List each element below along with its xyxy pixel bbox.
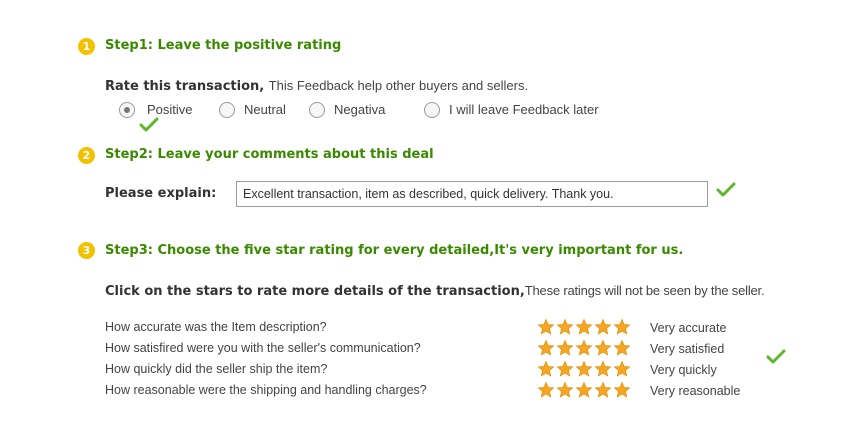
rating-label: Very satisfied bbox=[650, 342, 725, 356]
rate-transaction-desc: This Feedback help other buyers and sell… bbox=[268, 78, 529, 93]
radio-negativa[interactable] bbox=[309, 102, 325, 118]
rating-question: How satisfired were you with the seller'… bbox=[105, 341, 421, 355]
star-icon[interactable] bbox=[556, 318, 574, 336]
please-explain-label: Please explain: bbox=[105, 186, 217, 201]
star-icon[interactable] bbox=[613, 381, 631, 399]
star-icon[interactable] bbox=[575, 339, 593, 357]
star-icon[interactable] bbox=[537, 339, 555, 357]
star-icon[interactable] bbox=[613, 360, 631, 378]
star-rating[interactable] bbox=[537, 360, 631, 378]
radio-neutral-label[interactable]: Neutral bbox=[244, 102, 286, 117]
radio-positive-label[interactable]: Positive bbox=[147, 102, 193, 117]
step2-title: Step2: Leave your comments about this de… bbox=[105, 147, 434, 162]
check-icon bbox=[716, 182, 736, 197]
star-icon[interactable] bbox=[613, 318, 631, 336]
rating-question: How reasonable were the shipping and han… bbox=[105, 383, 427, 397]
rating-label: Very reasonable bbox=[650, 384, 741, 398]
step1-badge: 1 bbox=[78, 38, 95, 55]
comment-input[interactable]: Excellent transaction, item as described… bbox=[236, 181, 708, 207]
radio-leave-later[interactable] bbox=[424, 102, 440, 118]
rate-transaction-label: Rate this transaction, bbox=[105, 79, 265, 94]
star-rating[interactable] bbox=[537, 318, 631, 336]
star-icon[interactable] bbox=[594, 318, 612, 336]
step3-badge: 3 bbox=[78, 242, 95, 259]
rating-label: Very quickly bbox=[650, 363, 717, 377]
star-icon[interactable] bbox=[556, 381, 574, 399]
step2-badge: 2 bbox=[78, 147, 95, 164]
star-icon[interactable] bbox=[613, 339, 631, 357]
step3-title: Step3: Choose the five star rating for e… bbox=[105, 243, 684, 258]
click-stars-label: Click on the stars to rate more details … bbox=[105, 284, 525, 299]
star-icon[interactable] bbox=[575, 381, 593, 399]
star-rating[interactable] bbox=[537, 381, 631, 399]
star-icon[interactable] bbox=[537, 381, 555, 399]
rating-question: How accurate was the Item description? bbox=[105, 320, 327, 334]
star-rating[interactable] bbox=[537, 339, 631, 357]
radio-leave-later-label[interactable]: I will leave Feedback later bbox=[449, 102, 599, 117]
star-icon[interactable] bbox=[537, 318, 555, 336]
click-stars-line: Click on the stars to rate more details … bbox=[105, 282, 765, 300]
star-icon[interactable] bbox=[556, 339, 574, 357]
star-icon[interactable] bbox=[575, 360, 593, 378]
star-icon[interactable] bbox=[537, 360, 555, 378]
radio-neutral[interactable] bbox=[219, 102, 235, 118]
step1-title: Step1: Leave the positive rating bbox=[105, 38, 342, 53]
star-icon[interactable] bbox=[594, 339, 612, 357]
radio-positive[interactable] bbox=[119, 102, 135, 118]
rating-question: How quickly did the seller ship the item… bbox=[105, 362, 328, 376]
star-icon[interactable] bbox=[594, 360, 612, 378]
rating-label: Very accurate bbox=[650, 321, 727, 335]
click-stars-desc: These ratings will not be seen by the se… bbox=[524, 283, 765, 298]
check-icon bbox=[139, 117, 159, 132]
star-icon[interactable] bbox=[556, 360, 574, 378]
star-icon[interactable] bbox=[575, 318, 593, 336]
radio-negativa-label[interactable]: Negativa bbox=[334, 102, 385, 117]
check-icon bbox=[766, 349, 786, 364]
rate-transaction-line: Rate this transaction, This Feedback hel… bbox=[105, 77, 528, 95]
star-icon[interactable] bbox=[594, 381, 612, 399]
